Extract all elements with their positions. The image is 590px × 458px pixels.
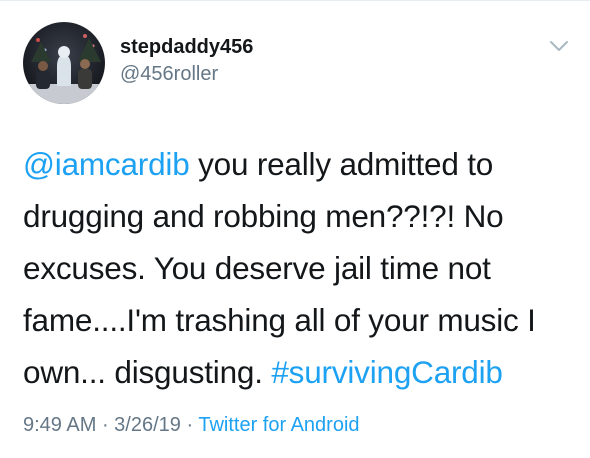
meta-separator: · (96, 414, 115, 436)
tweet-text-line3: excuses. You deserve jail time not (23, 250, 491, 286)
tweet-date[interactable]: 3/26/19 (114, 414, 181, 436)
tweet-text-line1: you really admitted to (189, 146, 494, 182)
tweet-text: @iamcardib you really admitted to druggi… (23, 138, 578, 398)
meta-separator: · (180, 414, 199, 436)
user-handle[interactable]: @456roller (120, 62, 218, 86)
tweet-metadata: 9:49 AM · 3/26/19 · Twitter for Android (23, 412, 360, 438)
tweet-text-line4: fame....I'm trashing all of your music I (23, 302, 536, 338)
avatar[interactable] (23, 22, 105, 104)
mention-link[interactable]: @iamcardib (23, 146, 190, 182)
display-name[interactable]: stepdaddy456 (120, 35, 253, 59)
tweet-menu-button[interactable] (548, 38, 570, 54)
tweet-text-line2: drugging and robbing men??!?! No (23, 198, 504, 234)
hashtag-link[interactable]: #survivingCardib (271, 354, 503, 390)
chevron-down-icon (550, 41, 568, 51)
profile-photo-avatar-icon (23, 22, 105, 104)
tweet-text-line5: own... disgusting. (23, 354, 272, 390)
tweet-source-link[interactable]: Twitter for Android (198, 414, 359, 436)
tweet-time[interactable]: 9:49 AM (23, 414, 96, 436)
top-divider (0, 0, 590, 1)
